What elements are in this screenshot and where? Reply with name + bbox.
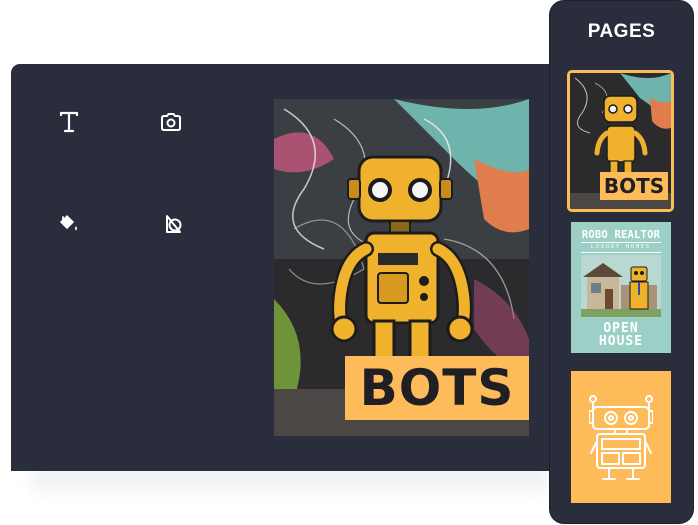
photo-tool-button[interactable] <box>153 104 189 140</box>
shapes-tool-button[interactable] <box>155 206 191 242</box>
page-thumbnail-3[interactable] <box>571 371 671 503</box>
thumb2-subheading: LUXURY HOMES <box>590 244 652 250</box>
page-thumbnail-2[interactable]: ROBO REALTOR LUXURY HOMES OPEN HOUSE <box>571 222 671 353</box>
thumb2-footer-line2: HOUSE <box>598 334 644 349</box>
fill-tool-button[interactable] <box>51 206 87 242</box>
editor-shadow <box>30 470 550 500</box>
text-tool-button[interactable] <box>51 104 87 140</box>
thumb1-title: BOTS <box>600 172 668 200</box>
thumb2-footer: OPEN HOUSE <box>571 322 671 348</box>
paint-bucket-icon <box>60 215 77 231</box>
pages-panel: PAGES ROBO REALTOR LUXURY HOMES OPEN HOU… <box>550 1 693 523</box>
shapes-icon <box>166 215 182 233</box>
thumb2-divider-top <box>581 242 661 243</box>
canvas-title-text[interactable]: BOTS <box>345 356 529 420</box>
robot-line-icon <box>589 395 653 480</box>
thumb2-divider-bottom <box>581 252 661 253</box>
text-icon <box>59 111 79 133</box>
pages-title: PAGES <box>587 21 656 42</box>
robot-house-thumbnail <box>581 255 661 317</box>
camera-icon <box>161 113 181 131</box>
thumb2-heading: ROBO REALTOR <box>581 229 661 241</box>
